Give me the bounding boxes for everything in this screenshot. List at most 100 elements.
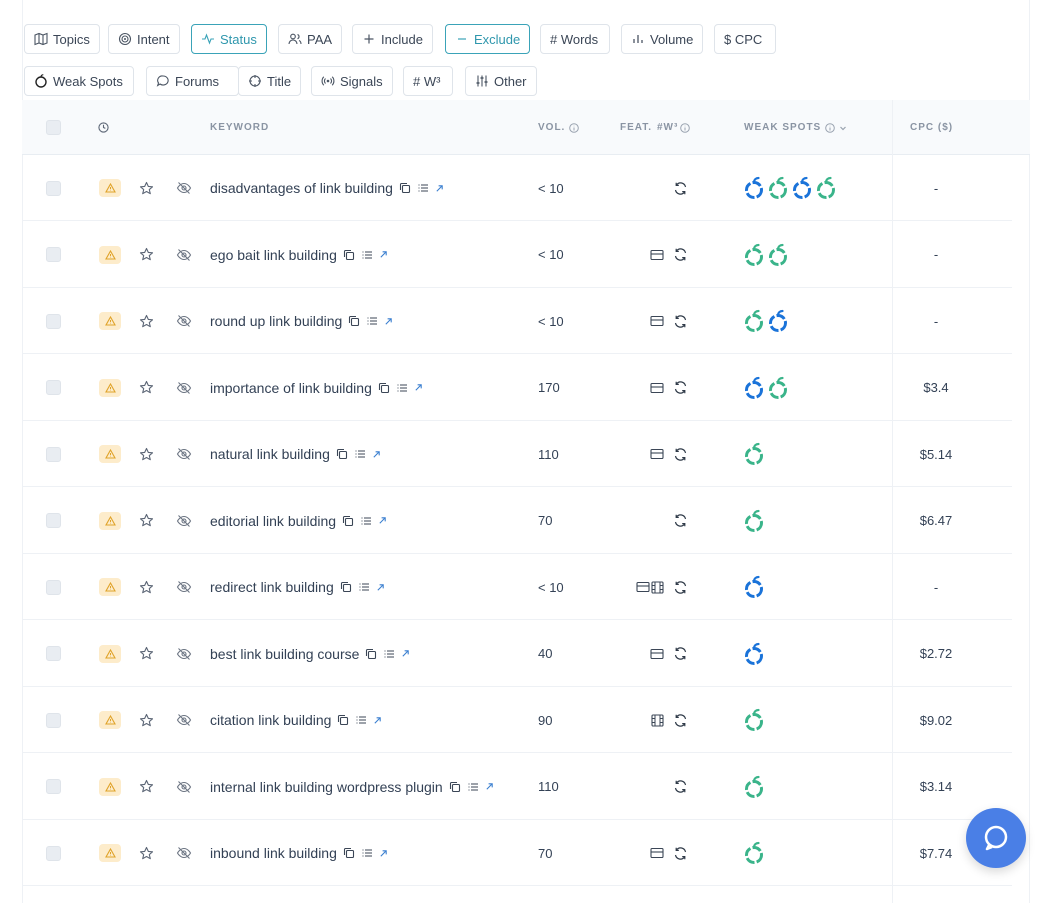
header-keyword[interactable]: KEYWORD bbox=[210, 100, 269, 155]
keyword-text[interactable]: natural link building bbox=[210, 446, 330, 462]
filter-words[interactable]: # Words bbox=[540, 24, 610, 54]
copy-icon[interactable] bbox=[378, 382, 390, 394]
keyword-text[interactable]: importance of link building bbox=[210, 380, 372, 396]
row-checkbox[interactable] bbox=[46, 712, 61, 728]
warning-badge[interactable] bbox=[99, 445, 121, 463]
hide-icon[interactable] bbox=[176, 554, 192, 620]
refresh-icon[interactable] bbox=[673, 621, 688, 687]
weak-spots-cell[interactable] bbox=[743, 155, 837, 221]
star-icon[interactable] bbox=[139, 554, 154, 620]
row-checkbox[interactable] bbox=[46, 579, 61, 595]
refresh-icon[interactable] bbox=[673, 554, 688, 620]
row-checkbox[interactable] bbox=[46, 247, 61, 262]
filter-status[interactable]: Status bbox=[191, 24, 267, 54]
weak-spots-cell[interactable] bbox=[743, 621, 765, 687]
star-icon[interactable] bbox=[139, 820, 154, 886]
header-volume[interactable]: VOL. bbox=[538, 100, 580, 155]
external-link-icon[interactable] bbox=[485, 782, 494, 791]
list-icon[interactable] bbox=[396, 382, 408, 394]
external-link-icon[interactable] bbox=[372, 450, 381, 459]
refresh-icon[interactable] bbox=[673, 687, 688, 753]
copy-icon[interactable] bbox=[340, 581, 352, 593]
hide-icon[interactable] bbox=[176, 687, 192, 753]
list-icon[interactable] bbox=[361, 249, 373, 261]
list-icon[interactable] bbox=[360, 515, 372, 527]
list-icon[interactable] bbox=[383, 648, 395, 660]
keyword-text[interactable]: round up link building bbox=[210, 313, 342, 329]
filter-signals[interactable]: Signals bbox=[311, 66, 393, 96]
warning-badge[interactable] bbox=[99, 511, 121, 530]
star-icon[interactable] bbox=[139, 222, 154, 288]
row-checkbox[interactable] bbox=[46, 513, 61, 528]
star-icon[interactable] bbox=[139, 687, 154, 753]
hide-icon[interactable] bbox=[176, 155, 192, 221]
list-icon[interactable] bbox=[417, 182, 429, 194]
copy-icon[interactable] bbox=[348, 315, 360, 327]
external-link-icon[interactable] bbox=[379, 849, 388, 858]
header-cpc[interactable]: CPC ($) bbox=[910, 100, 953, 155]
filter-w[interactable]: # W³ bbox=[403, 66, 453, 96]
row-checkbox[interactable] bbox=[46, 313, 61, 329]
filter-volume[interactable]: Volume bbox=[621, 24, 704, 54]
filter-other[interactable]: Other bbox=[465, 66, 537, 96]
keyword-text[interactable]: citation link building bbox=[210, 712, 331, 728]
hide-icon[interactable] bbox=[176, 754, 192, 820]
header-w3[interactable]: #W³ bbox=[657, 100, 691, 155]
copy-icon[interactable] bbox=[399, 182, 411, 194]
row-checkbox[interactable] bbox=[46, 380, 61, 395]
warning-badge[interactable] bbox=[99, 378, 121, 397]
external-link-icon[interactable] bbox=[373, 716, 382, 725]
keyword-text[interactable]: ego bait link building bbox=[210, 247, 337, 263]
warning-badge[interactable] bbox=[99, 711, 121, 729]
hide-icon[interactable] bbox=[176, 222, 192, 288]
external-link-icon[interactable] bbox=[379, 250, 388, 259]
warning-badge[interactable] bbox=[99, 578, 121, 596]
copy-icon[interactable] bbox=[336, 448, 348, 460]
external-link-icon[interactable] bbox=[401, 649, 410, 658]
filter-intent[interactable]: Intent bbox=[108, 24, 180, 54]
hide-icon[interactable] bbox=[176, 288, 192, 354]
hide-icon[interactable] bbox=[176, 488, 192, 554]
weak-spots-cell[interactable] bbox=[743, 488, 765, 554]
external-link-icon[interactable] bbox=[384, 317, 393, 326]
list-icon[interactable] bbox=[467, 781, 479, 793]
refresh-icon[interactable] bbox=[673, 421, 688, 487]
clock-icon[interactable] bbox=[98, 100, 109, 155]
row-checkbox[interactable] bbox=[46, 845, 61, 861]
star-icon[interactable] bbox=[139, 355, 154, 421]
warning-badge[interactable] bbox=[99, 777, 121, 796]
external-link-icon[interactable] bbox=[378, 516, 387, 525]
copy-icon[interactable] bbox=[449, 781, 461, 793]
refresh-icon[interactable] bbox=[673, 155, 688, 221]
keyword-text[interactable]: disadvantages of link building bbox=[210, 180, 393, 196]
row-checkbox[interactable] bbox=[46, 646, 61, 661]
row-checkbox[interactable] bbox=[46, 446, 61, 462]
list-icon[interactable] bbox=[366, 315, 378, 327]
star-icon[interactable] bbox=[139, 155, 154, 221]
keyword-text[interactable]: best link building course bbox=[210, 646, 359, 662]
filter-topics[interactable]: Topics bbox=[24, 24, 100, 54]
weak-spots-cell[interactable] bbox=[743, 222, 789, 288]
warning-badge[interactable] bbox=[99, 312, 121, 330]
weak-spots-cell[interactable] bbox=[743, 820, 765, 886]
help-chat-button[interactable] bbox=[966, 808, 1026, 868]
list-icon[interactable] bbox=[355, 714, 367, 726]
keyword-text[interactable]: inbound link building bbox=[210, 845, 337, 861]
copy-icon[interactable] bbox=[343, 847, 355, 859]
copy-icon[interactable] bbox=[343, 249, 355, 261]
copy-icon[interactable] bbox=[337, 714, 349, 726]
refresh-icon[interactable] bbox=[673, 754, 688, 820]
weak-spots-cell[interactable] bbox=[743, 288, 789, 354]
select-all-checkbox[interactable] bbox=[46, 120, 61, 135]
refresh-icon[interactable] bbox=[673, 488, 688, 554]
hide-icon[interactable] bbox=[176, 421, 192, 487]
filter-include[interactable]: Include bbox=[352, 24, 433, 54]
star-icon[interactable] bbox=[139, 621, 154, 687]
warning-badge[interactable] bbox=[99, 245, 121, 264]
hide-icon[interactable] bbox=[176, 621, 192, 687]
hide-icon[interactable] bbox=[176, 355, 192, 421]
filter-weak-spots[interactable]: Weak Spots bbox=[24, 66, 134, 96]
star-icon[interactable] bbox=[139, 421, 154, 487]
warning-badge[interactable] bbox=[99, 844, 121, 862]
row-checkbox[interactable] bbox=[46, 180, 61, 196]
